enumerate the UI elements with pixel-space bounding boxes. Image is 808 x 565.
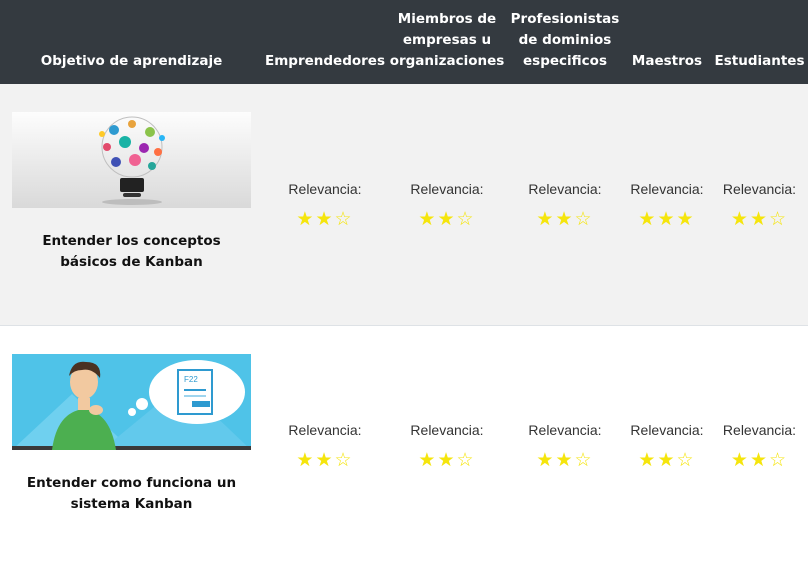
svg-text:F22: F22: [184, 375, 198, 384]
star-rating: ★★☆: [623, 450, 711, 470]
relevance-label: Relevancia:: [387, 181, 507, 197]
star-filled-icon: ★: [731, 208, 750, 230]
lightbulb-illustration: [12, 112, 251, 208]
star-filled-icon: ★: [296, 449, 315, 471]
rating-cell: Relevancia: ★★☆: [263, 326, 387, 565]
star-filled-icon: ★: [638, 449, 657, 471]
star-filled-icon: ★: [555, 449, 574, 471]
rating-cell: Relevancia: ★★☆: [507, 84, 623, 326]
star-filled-icon: ★: [536, 449, 555, 471]
star-filled-icon: ★: [657, 208, 676, 230]
relevance-label: Relevancia:: [711, 422, 808, 438]
star-empty-icon: ☆: [457, 208, 476, 230]
rating-cell: Relevancia: ★★☆: [623, 326, 711, 565]
header-entrepreneurs: Emprendedores: [263, 0, 387, 84]
relevance-label: Relevancia:: [263, 181, 387, 197]
rating-cell: Relevancia: ★★☆: [387, 326, 507, 565]
star-rating: ★★☆: [387, 450, 507, 470]
rating-cell: Relevancia: ★★☆: [263, 84, 387, 326]
header-org-members: Miembros de empresas u organizaciones: [387, 0, 507, 84]
thinking-man-illustration: F22: [12, 354, 251, 450]
relevance-label: Relevancia:: [507, 422, 623, 438]
objective-cell: F22 Entender como funciona un sistema Ka…: [0, 326, 263, 565]
header-teachers: Maestros: [623, 0, 711, 84]
relevance-label: Relevancia:: [623, 422, 711, 438]
star-filled-icon: ★: [731, 449, 750, 471]
star-empty-icon: ☆: [575, 208, 594, 230]
rating-cell: Relevancia: ★★☆: [711, 326, 808, 565]
star-rating: ★★☆: [507, 209, 623, 229]
rating-cell: Relevancia: ★★☆: [711, 84, 808, 326]
star-filled-icon: ★: [677, 208, 696, 230]
rating-cell: Relevancia: ★★☆: [507, 326, 623, 565]
header-row: Objetivo de aprendizaje Emprendedores Mi…: [0, 0, 808, 84]
star-empty-icon: ☆: [769, 449, 788, 471]
header-students: Estudiantes: [711, 0, 808, 84]
star-filled-icon: ★: [315, 449, 334, 471]
star-rating: ★★☆: [263, 209, 387, 229]
star-filled-icon: ★: [555, 208, 574, 230]
star-filled-icon: ★: [437, 208, 456, 230]
relevance-label: Relevancia:: [623, 181, 711, 197]
star-rating: ★★☆: [711, 450, 808, 470]
star-filled-icon: ★: [418, 208, 437, 230]
star-filled-icon: ★: [315, 208, 334, 230]
star-empty-icon: ☆: [335, 208, 354, 230]
star-rating: ★★☆: [507, 450, 623, 470]
header-domain-professionals: Profesionistas de dominios especificos: [507, 0, 623, 84]
star-empty-icon: ☆: [575, 449, 594, 471]
star-filled-icon: ★: [750, 208, 769, 230]
rating-cell: Relevancia: ★★★: [623, 84, 711, 326]
relevance-label: Relevancia:: [387, 422, 507, 438]
relevance-label: Relevancia:: [507, 181, 623, 197]
header-objective: Objetivo de aprendizaje: [0, 0, 263, 84]
relevance-label: Relevancia:: [263, 422, 387, 438]
star-filled-icon: ★: [418, 449, 437, 471]
star-filled-icon: ★: [296, 208, 315, 230]
star-filled-icon: ★: [657, 449, 676, 471]
star-filled-icon: ★: [437, 449, 456, 471]
star-filled-icon: ★: [638, 208, 657, 230]
star-empty-icon: ☆: [335, 449, 354, 471]
relevance-label: Relevancia:: [711, 181, 808, 197]
star-filled-icon: ★: [750, 449, 769, 471]
star-rating: ★★★: [623, 209, 711, 229]
objective-title: Entender los conceptos básicos de Kanban: [14, 231, 249, 273]
objective-title: Entender como funciona un sistema Kanban: [14, 473, 249, 515]
relevance-table: Objetivo de aprendizaje Emprendedores Mi…: [0, 0, 808, 565]
rating-cell: Relevancia: ★★☆: [387, 84, 507, 326]
star-rating: ★★☆: [263, 450, 387, 470]
star-filled-icon: ★: [536, 208, 555, 230]
star-empty-icon: ☆: [457, 449, 476, 471]
star-rating: ★★☆: [711, 209, 808, 229]
objective-cell: Entender los conceptos básicos de Kanban: [0, 84, 263, 326]
table-row: Entender los conceptos básicos de Kanban…: [0, 84, 808, 326]
star-empty-icon: ☆: [677, 449, 696, 471]
star-empty-icon: ☆: [769, 208, 788, 230]
star-rating: ★★☆: [387, 209, 507, 229]
table-row: F22 Entender como funciona un sistema Ka…: [0, 326, 808, 565]
